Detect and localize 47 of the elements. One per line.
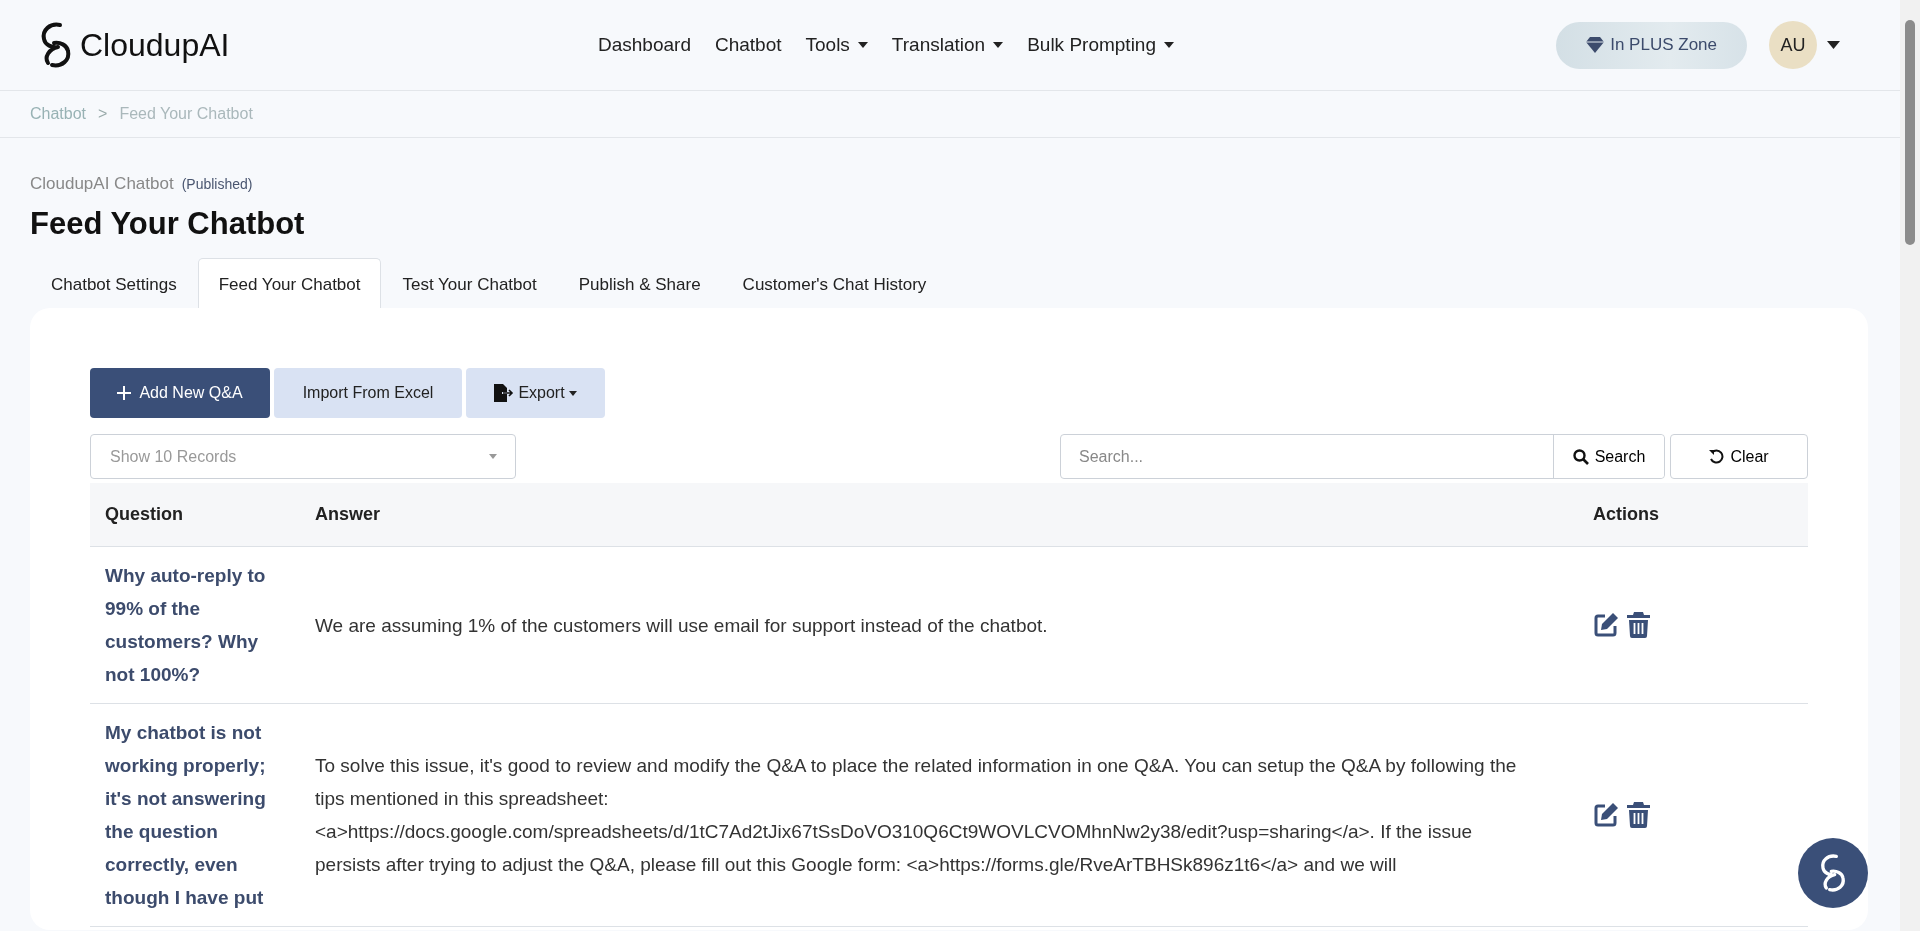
caret-icon [568,390,577,396]
chatbot-name: CloudupAI Chatbot [30,174,174,194]
column-header: Question [90,483,300,547]
scrollbar-thumb[interactable] [1905,20,1915,245]
plus-zone-button[interactable]: In PLUS Zone [1556,21,1747,69]
nav-link[interactable]: Dashboard [598,34,691,56]
import-button[interactable]: Import From Excel [274,368,462,418]
search-button[interactable]: Search [1553,435,1664,478]
trash-icon[interactable] [1627,612,1650,638]
file-export-icon [494,384,515,402]
tab[interactable]: Feed Your Chatbot [197,258,382,308]
column-header: Answer [300,483,1578,547]
caret-icon [857,42,868,48]
chatbot-status: (Published) [181,176,253,192]
answer-cell: To solve this issue, it's good to review and modify the Q&A to place the related information in one Q&A. You can setup the Q&A by following the tips mentioned in this spreadsheet: <a>https://docs.google.com/spreadsheets/d/1tC7Ad2tJix67tSsDoVO310Q6Ct9WOVLCVOMhnNw2y38/edit?usp=sharing</a>. If the issue persists after trying to adjust the Q&A, please fill out this Google form: <a>https://forms.gle/RveArTBHSk896z1t6</a> and we will [300,703,1578,927]
tab[interactable]: Publish & Share [557,258,722,308]
clear-button[interactable]: Clear [1670,434,1808,479]
trash-icon[interactable] [1627,802,1650,828]
caret-icon [489,454,497,459]
diamond-icon [1586,37,1605,53]
nav-menu[interactable]: Tools [805,34,868,56]
caret-icon [1164,42,1174,48]
plus-icon [117,386,132,400]
brand-name: CloudupAI [80,26,230,64]
column-header: Actions [1578,483,1808,547]
breadcrumb-item: Feed Your Chatbot [119,105,253,123]
search-icon [1572,448,1589,465]
search-field[interactable]: Search... Search [1060,434,1665,479]
tab[interactable]: Chatbot Settings [30,258,198,308]
answer-cell: We are assuming 1% of the customers will use email for support instead of the chatbot. [300,546,1578,704]
edit-icon[interactable] [1593,612,1619,638]
edit-icon[interactable] [1593,802,1619,828]
nav-menu[interactable]: Translation [891,34,1004,56]
user-avatar[interactable]: AU [1769,21,1817,69]
export-button[interactable]: Export [466,368,605,418]
question-cell: My chatbot is not working properly; it's not answering the question correctly, even though I have put [90,703,300,927]
tab[interactable]: Test Your Chatbot [381,258,558,308]
nav-link[interactable]: Chatbot [714,34,782,56]
page-title: Feed Your Chatbot [30,206,306,242]
add-button[interactable]: Add New Q&A [90,368,270,418]
breadcrumb-separator: > [98,105,108,123]
nav-menu[interactable]: Bulk Prompting [1027,34,1174,56]
question-cell: Why auto-reply to 99% of the customers? Why not 100%? [90,546,300,704]
undo-icon [1709,449,1725,464]
caret-icon [993,42,1004,48]
tab[interactable]: Customer's Chat History [721,258,948,308]
caret-icon [1827,41,1840,49]
